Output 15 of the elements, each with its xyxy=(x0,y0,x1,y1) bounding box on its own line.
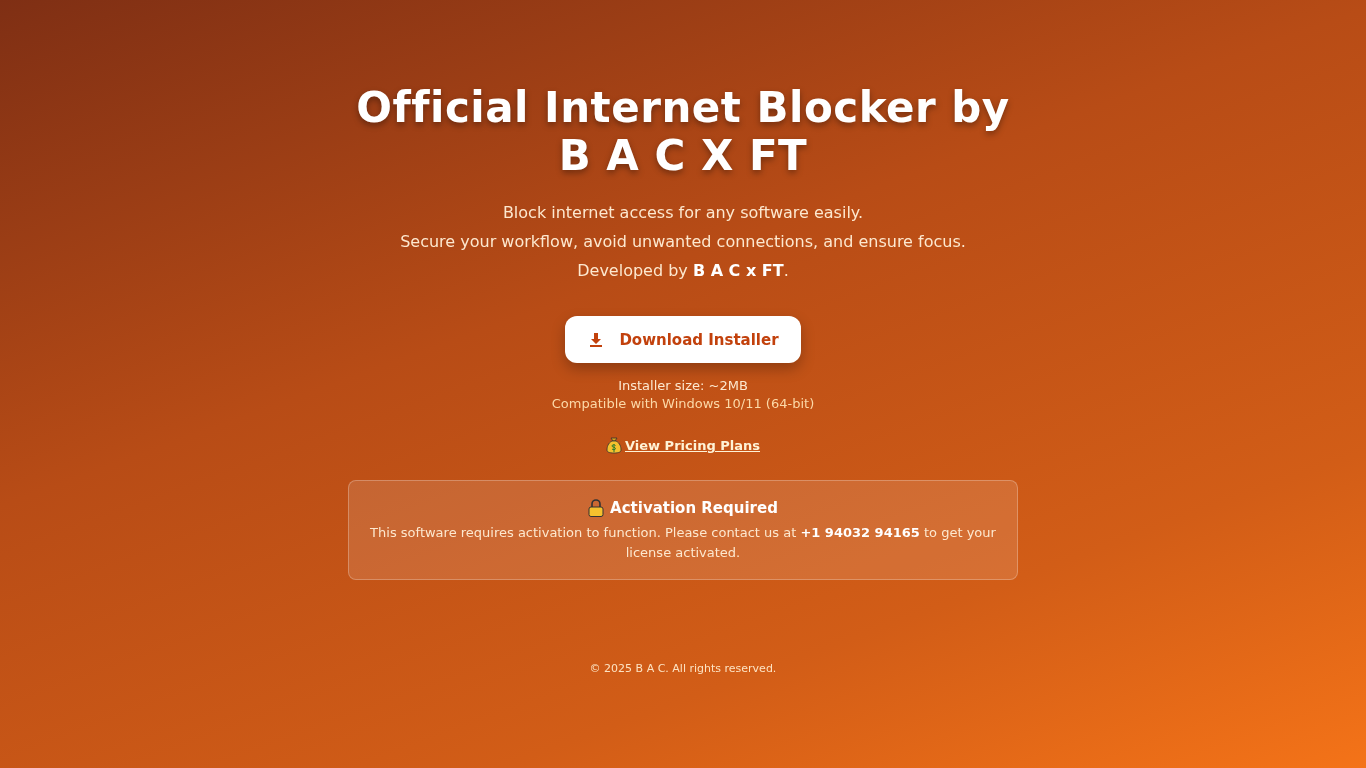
compatibility-text: Compatible with Windows 10/11 (64-bit) xyxy=(551,396,815,411)
page-title: B A C X FT xyxy=(558,132,808,180)
intro-text: Developed by B A C x FT. xyxy=(577,260,789,282)
copyright-text: © 2025 B A C. All rights reserved. xyxy=(589,662,777,675)
page-title: Official Internet Blocker by xyxy=(356,84,1010,132)
intro-text: Secure your workflow, avoid unwanted connections, and ensure focus. xyxy=(400,231,966,253)
pricing-link[interactable]: View Pricing Plans xyxy=(624,438,760,453)
lock-icon xyxy=(588,499,605,517)
notice-title: Activation Required xyxy=(610,499,778,517)
notice-text: This software requires activation to function. Please contact us at +1 94032 94165 to get your license activated. xyxy=(369,524,997,562)
intro-text: Block internet access for any software easily. xyxy=(502,202,864,224)
installer-size: Installer size: ~2MB xyxy=(618,378,748,393)
money-bag-icon xyxy=(605,437,622,454)
download-button[interactable]: Download Installer xyxy=(565,316,801,363)
download-icon xyxy=(589,332,604,347)
